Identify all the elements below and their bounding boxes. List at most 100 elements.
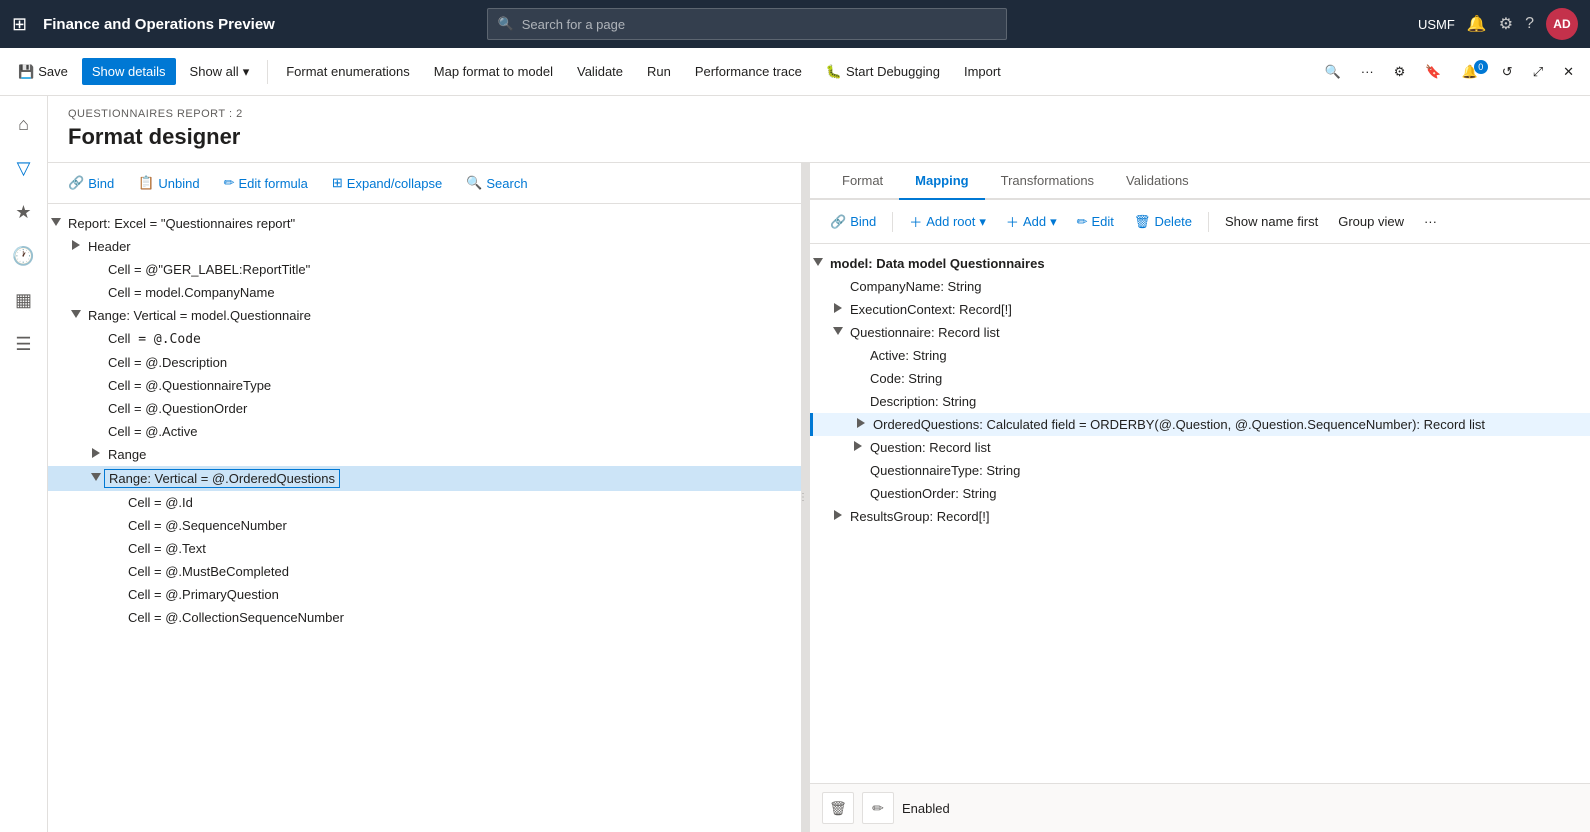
tree-item-cell-active[interactable]: Cell = @.Active xyxy=(48,420,801,443)
toggle-right-icon[interactable] xyxy=(830,510,846,523)
tree-item-range-questionnaire[interactable]: Range: Vertical = model.Questionnaire xyxy=(48,304,801,327)
model-item-questionorder[interactable]: QuestionOrder: String xyxy=(810,482,1590,505)
model-item-question[interactable]: Question: Record list xyxy=(810,436,1590,459)
cmd-separator-1 xyxy=(267,60,268,84)
bookmark-icon[interactable]: 🔖 xyxy=(1417,58,1449,86)
sidebar-icon-home[interactable]: ⌂ xyxy=(4,104,44,144)
toggle-down-icon[interactable] xyxy=(68,310,84,321)
search-button[interactable]: 🔍 Search xyxy=(458,171,535,195)
tree-item-cell-code[interactable]: Cell = @.Code xyxy=(48,327,801,351)
model-item-text: ExecutionContext: Record[!] xyxy=(846,301,1016,318)
show-name-first-button[interactable]: Show name first xyxy=(1217,210,1326,233)
tree-item-cell-text[interactable]: Cell = @.Text xyxy=(48,537,801,560)
model-item-companyname[interactable]: CompanyName: String xyxy=(810,275,1590,298)
popout-icon[interactable]: ⤢ xyxy=(1525,58,1551,86)
map-format-to-model-button[interactable]: Map format to model xyxy=(424,58,563,85)
sidebar-icon-star[interactable]: ★ xyxy=(4,192,44,232)
edit-button[interactable]: ✏ Edit xyxy=(1069,210,1122,234)
tree-item-cell-description[interactable]: Cell = @.Description xyxy=(48,351,801,374)
add-root-button[interactable]: ＋ Add root ▾ xyxy=(901,208,994,235)
debug-icon: 🐛 xyxy=(826,64,842,80)
panel-drag-handle[interactable] xyxy=(802,163,810,832)
tab-mapping[interactable]: Mapping xyxy=(899,163,984,200)
tree-item-range-question[interactable]: Range: Vertical = @.OrderedQuestions xyxy=(48,466,801,491)
right-bind-button[interactable]: 🔗 Bind xyxy=(822,210,884,234)
tree-item-cell-mustbecompleted[interactable]: Cell = @.MustBeCompleted xyxy=(48,560,801,583)
model-item-resultsgroup[interactable]: ResultsGroup: Record[!] xyxy=(810,505,1590,528)
delete-icon: 🗑 xyxy=(1134,214,1151,230)
tree-item-cell-sequencenumber[interactable]: Cell = @.SequenceNumber xyxy=(48,514,801,537)
tree-item-cell-primaryquestion[interactable]: Cell = @.PrimaryQuestion xyxy=(48,583,801,606)
user-avatar[interactable]: AD xyxy=(1546,8,1578,40)
tab-validations[interactable]: Validations xyxy=(1110,163,1205,200)
search-cmd-button[interactable]: 🔍 xyxy=(1317,58,1349,86)
import-button[interactable]: Import xyxy=(954,58,1011,85)
bind-button[interactable]: 🔗 Bind xyxy=(60,171,122,195)
model-item-description[interactable]: Description: String xyxy=(810,390,1590,413)
performance-trace-button[interactable]: Performance trace xyxy=(685,58,812,85)
settings-cmd-icon[interactable]: ⚙ xyxy=(1386,58,1414,86)
close-icon[interactable]: ✕ xyxy=(1555,58,1582,86)
toggle-down-icon[interactable] xyxy=(88,473,104,484)
tree-item-cell-companyname[interactable]: Cell = model.CompanyName xyxy=(48,281,801,304)
edit-status-button[interactable]: ✏ xyxy=(862,792,894,824)
tree-item-header[interactable]: Header xyxy=(48,235,801,258)
help-icon[interactable]: ? xyxy=(1525,15,1534,33)
tree-item-range-resultsgroup[interactable]: Range xyxy=(48,443,801,466)
toggle-right-icon[interactable] xyxy=(850,441,866,454)
tree-item-cell-reporttitle[interactable]: Cell = @"GER_LABEL:ReportTitle" xyxy=(48,258,801,281)
refresh-icon[interactable]: ↺ xyxy=(1494,58,1521,86)
toggle-right-icon[interactable] xyxy=(68,240,84,253)
model-item-orderedquestions[interactable]: OrderedQuestions: Calculated field = ORD… xyxy=(810,413,1590,436)
tree-item-root[interactable]: Report: Excel = "Questionnaires report" xyxy=(48,212,801,235)
model-item-executioncontext[interactable]: ExecutionContext: Record[!] xyxy=(810,298,1590,321)
toggle-down-icon[interactable] xyxy=(810,258,826,269)
show-details-button[interactable]: Show details xyxy=(82,58,176,85)
unbind-button[interactable]: 📋 Unbind xyxy=(130,171,207,195)
group-view-button[interactable]: Group view xyxy=(1330,210,1412,233)
expand-icon: ⊞ xyxy=(332,175,343,191)
expand-collapse-button[interactable]: ⊞ Expand/collapse xyxy=(324,171,450,195)
validate-button[interactable]: Validate xyxy=(567,58,633,85)
delete-status-button[interactable]: 🗑 xyxy=(822,792,854,824)
sidebar-icon-filter[interactable]: ▽ xyxy=(4,148,44,188)
toggle-down-icon[interactable] xyxy=(830,327,846,338)
performance-trace-label: Performance trace xyxy=(695,64,802,79)
tab-transformations[interactable]: Transformations xyxy=(985,163,1110,200)
delete-button[interactable]: 🗑 Delete xyxy=(1126,210,1200,234)
edit-formula-button[interactable]: ✏ Edit formula xyxy=(216,171,316,195)
model-item-code[interactable]: Code: String xyxy=(810,367,1590,390)
tree-item-cell-questionorder[interactable]: Cell = @.QuestionOrder xyxy=(48,397,801,420)
toggle-right-icon[interactable] xyxy=(853,418,869,431)
format-enumerations-button[interactable]: Format enumerations xyxy=(276,58,420,85)
settings-icon[interactable]: ⚙ xyxy=(1499,14,1513,34)
right-more-button[interactable]: ··· xyxy=(1416,210,1445,233)
delete-label: Delete xyxy=(1154,214,1192,229)
sidebar-icon-clock[interactable]: 🕐 xyxy=(4,236,44,276)
model-tree[interactable]: model: Data model QuestionnairesCompanyN… xyxy=(810,244,1590,783)
toggle-down-icon[interactable] xyxy=(48,218,64,229)
sidebar-icon-list[interactable]: ☰ xyxy=(4,324,44,364)
show-all-button[interactable]: Show all ▾ xyxy=(180,58,260,86)
model-item-active[interactable]: Active: String xyxy=(810,344,1590,367)
format-tree[interactable]: Report: Excel = "Questionnaires report"H… xyxy=(48,204,801,832)
save-button[interactable]: 💾 Save xyxy=(8,58,78,86)
tree-item-cell-id[interactable]: Cell = @.Id xyxy=(48,491,801,514)
start-debugging-button[interactable]: 🐛 Start Debugging xyxy=(816,58,950,86)
more-options-button[interactable]: ··· xyxy=(1353,58,1382,85)
model-item-questionnairetype[interactable]: QuestionnaireType: String xyxy=(810,459,1590,482)
tree-item-cell-questionnairetype[interactable]: Cell = @.QuestionnaireType xyxy=(48,374,801,397)
toggle-right-icon[interactable] xyxy=(830,303,846,316)
notification-icon[interactable]: 🔔 xyxy=(1467,14,1487,34)
model-item-model-root[interactable]: model: Data model Questionnaires xyxy=(810,252,1590,275)
sidebar-icon-calendar[interactable]: ▦ xyxy=(4,280,44,320)
notification-badge[interactable]: 🔔0 xyxy=(1454,58,1490,86)
model-item-questionnaire[interactable]: Questionnaire: Record list xyxy=(810,321,1590,344)
grid-icon[interactable]: ⊞ xyxy=(12,14,27,35)
run-button[interactable]: Run xyxy=(637,58,681,85)
toggle-right-icon[interactable] xyxy=(88,448,104,461)
global-search-box[interactable]: 🔍 Search for a page xyxy=(487,8,1007,40)
add-button[interactable]: ＋ Add ▾ xyxy=(998,208,1065,235)
tab-format[interactable]: Format xyxy=(826,163,899,200)
tree-item-cell-collectionsequencenumber[interactable]: Cell = @.CollectionSequenceNumber xyxy=(48,606,801,629)
